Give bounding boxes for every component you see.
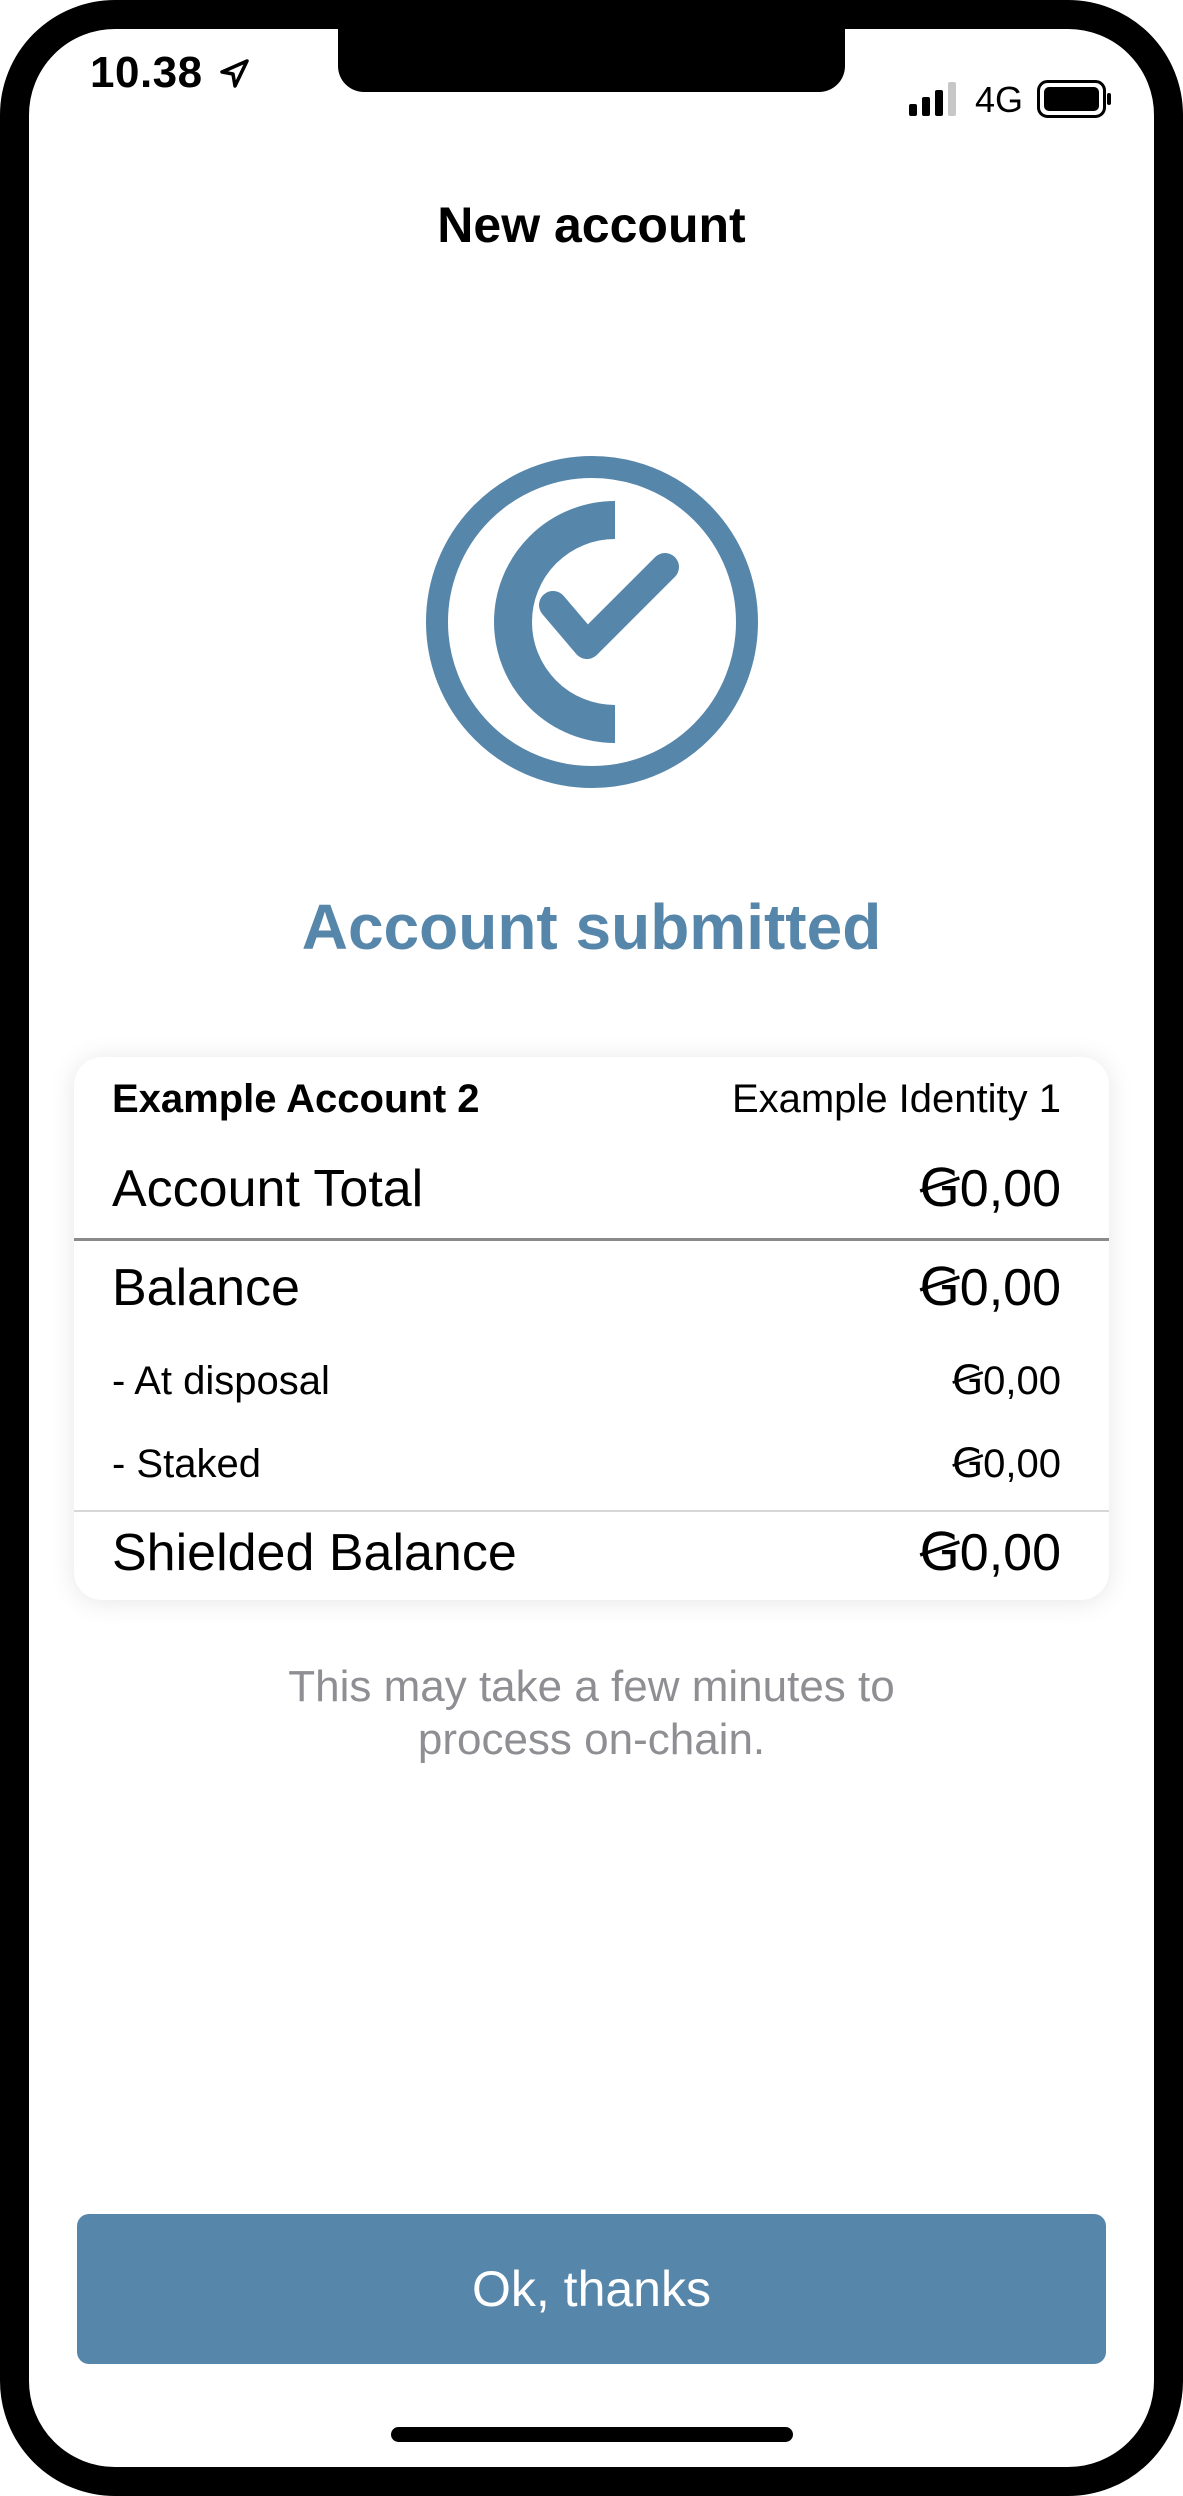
signal-bars-icon	[909, 82, 956, 116]
shielded-balance-value: Ꞡ0,00	[919, 1524, 1061, 1582]
divider	[74, 1238, 1109, 1241]
staked-value: Ꞡ0,00	[952, 1442, 1061, 1486]
processing-note: This may take a few minutes to process o…	[0, 1660, 1183, 1766]
balance-label: Balance	[112, 1259, 300, 1317]
processing-note-line2: process on-chain.	[417, 1715, 766, 1764]
identity-name: Example Identity 1	[731, 1077, 1061, 1121]
status-time: 10.38	[90, 48, 203, 97]
staked-label: - Staked	[112, 1442, 261, 1486]
success-title: Account submitted	[301, 891, 882, 963]
at-disposal-value: Ꞡ0,00	[952, 1359, 1061, 1403]
balance-value: Ꞡ0,00	[919, 1259, 1061, 1317]
device-notch	[338, 26, 845, 92]
check-circle-icon	[426, 456, 758, 788]
account-card: Example Account 2 Example Identity 1 Acc…	[74, 1057, 1109, 1600]
location-arrow-icon	[220, 59, 249, 88]
at-disposal-label: - At disposal	[112, 1359, 330, 1403]
battery-icon	[1037, 80, 1111, 118]
account-total-value: Ꞡ0,00	[919, 1160, 1061, 1218]
shielded-balance-label: Shielded Balance	[112, 1524, 517, 1582]
at-disposal-row: - At disposal Ꞡ0,00	[112, 1358, 1061, 1404]
processing-note-line1: This may take a few minutes to	[288, 1662, 895, 1711]
balance-row: Balance Ꞡ0,00	[112, 1258, 1061, 1318]
shielded-balance-row: Shielded Balance Ꞡ0,00	[112, 1523, 1061, 1583]
ok-thanks-button[interactable]: Ok, thanks	[77, 2214, 1106, 2364]
account-total-label: Account Total	[112, 1160, 424, 1218]
home-indicator	[391, 2427, 793, 2442]
page-title: New account	[437, 197, 746, 253]
account-name: Example Account 2	[112, 1077, 480, 1121]
staked-row: - Staked Ꞡ0,00	[112, 1441, 1061, 1487]
network-type: 4G	[975, 79, 1024, 120]
divider	[74, 1510, 1109, 1512]
card-header: Example Account 2 Example Identity 1	[112, 1077, 1061, 1122]
account-total-row: Account Total Ꞡ0,00	[112, 1159, 1061, 1219]
